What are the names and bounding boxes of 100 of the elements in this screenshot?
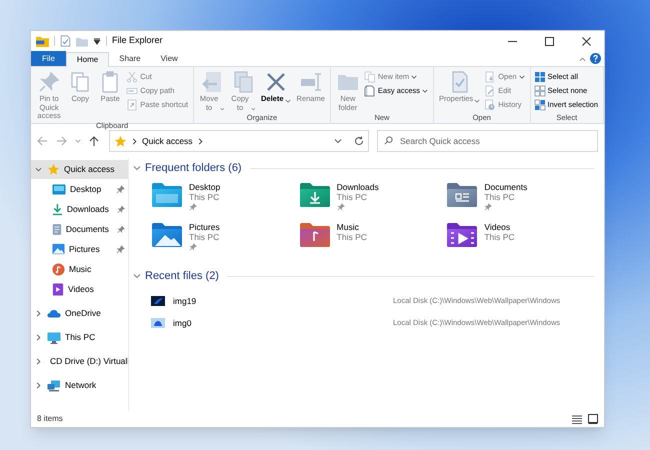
nav-item[interactable]: Documents [31, 219, 128, 239]
nav-item[interactable]: Music [31, 259, 128, 279]
pin-icon [484, 203, 492, 211]
open-icon [484, 70, 496, 82]
caret-icon [518, 74, 525, 80]
pin-icon [189, 203, 197, 211]
nav-item[interactable]: Desktop [31, 179, 128, 199]
help-icon[interactable] [590, 53, 601, 64]
ribbon-tab[interactable]: Share [109, 51, 151, 66]
file-name[interactable]: img0 [173, 316, 393, 330]
folder-icon [36, 36, 49, 46]
move-icon [200, 70, 224, 94]
properties-icon[interactable] [60, 35, 71, 47]
folder-location: This PC [484, 232, 515, 242]
minimize-icon [508, 40, 516, 42]
caret-icon [133, 272, 141, 280]
collapse-ribbon-icon[interactable] [579, 57, 586, 62]
caret-icon [133, 164, 141, 172]
nav-item[interactable]: OneDrive [31, 304, 128, 323]
history-icon [484, 98, 496, 110]
easy-access-icon [364, 84, 376, 96]
nav-item[interactable]: Quick access [31, 160, 128, 179]
pin-icon [116, 204, 125, 214]
search-icon [384, 136, 393, 145]
nav-item[interactable]: Network [31, 376, 128, 395]
folder-location: This PC [336, 192, 368, 202]
folder-name[interactable]: Downloads [336, 182, 379, 192]
customize-dropdown-icon[interactable] [93, 37, 101, 45]
paste-shortcut-icon [126, 98, 138, 110]
desktop-folder-icon [151, 182, 183, 208]
pictures-folder-icon [151, 222, 183, 248]
folder-location: This PC [484, 192, 516, 202]
caret-icon [35, 166, 42, 173]
nav-item[interactable]: Downloads [31, 199, 128, 219]
caret-icon [220, 106, 224, 112]
folder-name[interactable]: Music [336, 222, 367, 232]
large-icons-view-icon[interactable] [588, 414, 598, 424]
ribbon-tab[interactable]: File [31, 51, 66, 66]
documents-folder-icon [446, 182, 478, 208]
pin-icon [116, 184, 125, 194]
pin-icon [336, 203, 345, 211]
download-icon [52, 202, 63, 216]
new-item-icon [364, 70, 376, 82]
caret-icon [35, 358, 42, 365]
caret-icon [334, 137, 342, 145]
ribbon-tab[interactable]: Home [66, 52, 110, 67]
star-icon [114, 134, 127, 148]
pin-icon [189, 243, 197, 251]
nav-item[interactable]: Pictures [31, 239, 128, 259]
select-none-icon [534, 84, 546, 96]
monitor-icon [47, 332, 61, 344]
pin-icon [37, 70, 62, 94]
folder-name[interactable]: Pictures [189, 222, 220, 232]
refresh-icon[interactable] [354, 136, 364, 146]
section-title[interactable]: Recent files (2) [145, 268, 219, 284]
caret-icon [35, 382, 42, 389]
search-field[interactable]: Search Quick access [377, 130, 598, 152]
folder-name[interactable]: Documents [484, 182, 528, 192]
select-all-icon [534, 70, 546, 82]
folder-name[interactable]: Videos [484, 222, 515, 232]
caret-icon [196, 138, 204, 144]
caret-icon [35, 310, 42, 317]
caret-icon [250, 106, 256, 112]
music-folder-icon [298, 222, 331, 248]
ribbon-tab[interactable]: View [150, 51, 188, 66]
pin-icon [116, 224, 125, 234]
picture-icon [52, 243, 65, 255]
videos-folder-icon [446, 222, 478, 248]
caret-icon [35, 334, 42, 341]
folder-location: This PC [189, 232, 220, 242]
video-icon [52, 282, 64, 296]
cut-icon [126, 70, 138, 82]
status-text: 8 items [37, 413, 63, 425]
folder-location: This PC [189, 192, 220, 202]
edit-icon [484, 84, 496, 96]
folder-location: This PC [336, 232, 367, 242]
caret-icon [131, 138, 138, 144]
nav-item[interactable]: This PC [31, 328, 128, 347]
up-arrow-icon[interactable] [89, 136, 99, 146]
file-name[interactable]: img19 [173, 294, 393, 308]
caret-icon [474, 98, 480, 104]
caret-icon [75, 138, 81, 144]
folder-name[interactable]: Desktop [189, 182, 220, 192]
caret-icon [422, 88, 428, 94]
star-icon [47, 163, 60, 176]
desktop-icon [52, 184, 66, 194]
section-title[interactable]: Frequent folders (6) [145, 160, 242, 176]
details-view-icon[interactable] [572, 414, 582, 424]
address-bar[interactable]: Quick access [109, 130, 369, 152]
network-icon [47, 380, 61, 392]
cloud-icon [47, 308, 61, 319]
window-title: File Explorer [112, 34, 163, 48]
breadcrumb-item[interactable]: Quick access [142, 134, 193, 148]
close-icon [582, 36, 590, 46]
caret-icon [284, 98, 291, 104]
maximize-icon [544, 36, 554, 46]
invert-icon [534, 98, 546, 110]
caret-icon [411, 74, 418, 80]
nav-item[interactable]: Videos [31, 279, 128, 299]
document-icon [52, 222, 62, 236]
